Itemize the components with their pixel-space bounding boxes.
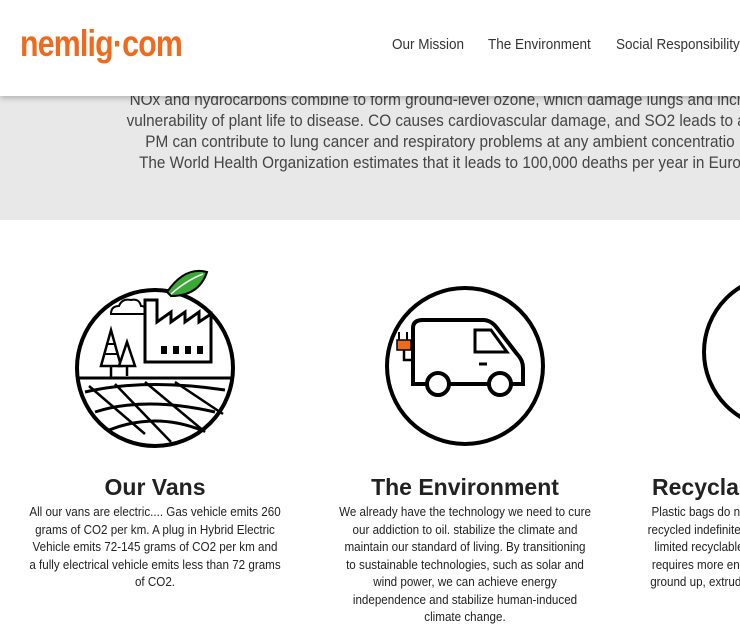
- logo[interactable]: nemlig·com: [20, 24, 183, 64]
- card-title: Our Vans: [104, 474, 206, 500]
- card-body: We already have the technology we need t…: [339, 505, 591, 624]
- site-header: nemlig·com Our Mission The Environment S…: [0, 0, 740, 96]
- intro-text: NOx and hydrocarbons combine to form gro…: [90, 89, 740, 173]
- card-body: All our vans are electric.... Gas vehicl…: [29, 505, 281, 589]
- electric-van-icon: [383, 284, 547, 453]
- nav-the-environment[interactable]: The Environment: [488, 36, 591, 53]
- factory-landscape-icon: [75, 262, 235, 467]
- card-recyclable: Recyclab Plastic bags do no recycled ind…: [636, 262, 740, 630]
- recycle-icon: [698, 270, 740, 439]
- card-title: Recyclab: [652, 474, 740, 500]
- intro-line: The World Health Organization estimates …: [139, 153, 740, 172]
- nav-social-responsibility[interactable]: Social Responsibility: [616, 36, 740, 53]
- intro-line: PM can contribute to lung cancer and res…: [145, 132, 735, 151]
- card-body: Plastic bags do no recycled indefinite a…: [647, 505, 740, 589]
- intro-line: vulnerability of plant life to disease. …: [126, 111, 740, 130]
- card-title: The Environment: [371, 474, 559, 500]
- nav-our-mission[interactable]: Our Mission: [392, 36, 464, 53]
